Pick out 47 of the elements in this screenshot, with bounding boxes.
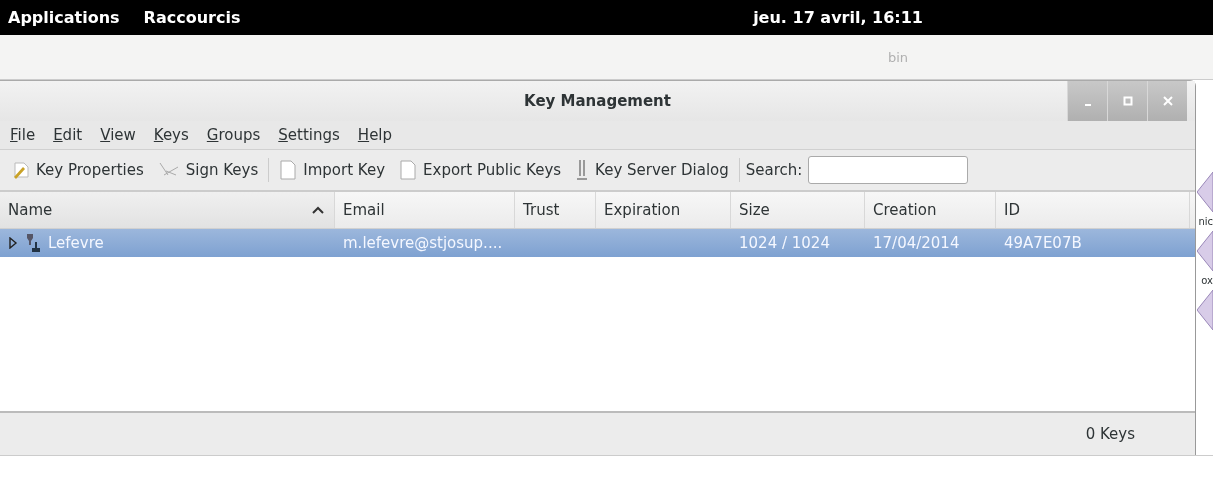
column-header[interactable]: Creation xyxy=(865,192,996,228)
panel-clock[interactable]: jeu. 17 avril, 16:11 xyxy=(753,10,923,25)
key-pair-icon xyxy=(24,232,42,254)
close-button[interactable] xyxy=(1147,81,1187,121)
column-header[interactable]: Trust xyxy=(515,192,596,228)
table-cell: 1024 / 1024 xyxy=(739,234,830,252)
background-window-title: bin xyxy=(888,49,909,65)
column-header[interactable]: Size xyxy=(731,192,865,228)
maximize-icon xyxy=(1122,96,1133,106)
pin-icon xyxy=(575,159,590,181)
minimize-icon xyxy=(1084,104,1091,106)
status-key-count: 0 Keys xyxy=(1085,425,1135,443)
close-icon xyxy=(1162,96,1173,106)
table-cell: m.lefevre@stjosup.... xyxy=(343,234,503,252)
window-title: Key Management xyxy=(524,92,671,110)
column-header[interactable]: Name xyxy=(0,192,335,228)
menu-item[interactable]: View xyxy=(100,126,136,144)
table-cell: 17/04/2014 xyxy=(873,234,960,252)
panel-menu[interactable]: Raccourcis xyxy=(143,10,241,25)
sort-ascending-icon xyxy=(312,206,324,214)
toolbar-button[interactable]: Key Properties xyxy=(8,159,148,181)
table-cell: Lefevre xyxy=(48,234,104,252)
panel-menu[interactable]: Applications xyxy=(8,10,120,25)
menu-item[interactable]: Groups xyxy=(206,126,261,144)
menu-item[interactable]: Settings xyxy=(278,126,340,144)
expander-icon[interactable] xyxy=(8,237,18,249)
desktop-icon-label[interactable]: nic xyxy=(1198,216,1213,227)
document-icon xyxy=(399,160,418,180)
menu-item[interactable]: Help xyxy=(357,126,393,144)
column-header[interactable]: Email xyxy=(335,192,515,228)
table-cell: 49A7E07B xyxy=(1004,234,1082,252)
column-header[interactable]: Expiration xyxy=(596,192,731,228)
pencil-icon xyxy=(12,161,30,179)
document-icon xyxy=(279,160,298,180)
menu-item[interactable]: File xyxy=(10,126,36,144)
column-header[interactable]: ID xyxy=(996,192,1190,228)
toolbar-button[interactable]: Key Server Dialog xyxy=(571,157,733,183)
minimize-button[interactable] xyxy=(1067,81,1107,121)
toolbar-button[interactable]: Sign Keys xyxy=(153,159,263,181)
desktop-icon-label[interactable]: ox xyxy=(1201,275,1213,286)
menu-item[interactable]: Edit xyxy=(53,126,83,144)
search-field[interactable] xyxy=(808,156,969,184)
toolbar-button[interactable]: Export Public Keys xyxy=(395,158,566,182)
toolbar-button[interactable]: Import Key xyxy=(275,158,390,182)
search-label: Search: xyxy=(745,161,803,179)
menu-item[interactable]: Keys xyxy=(153,126,189,144)
maximize-button[interactable] xyxy=(1107,81,1147,121)
